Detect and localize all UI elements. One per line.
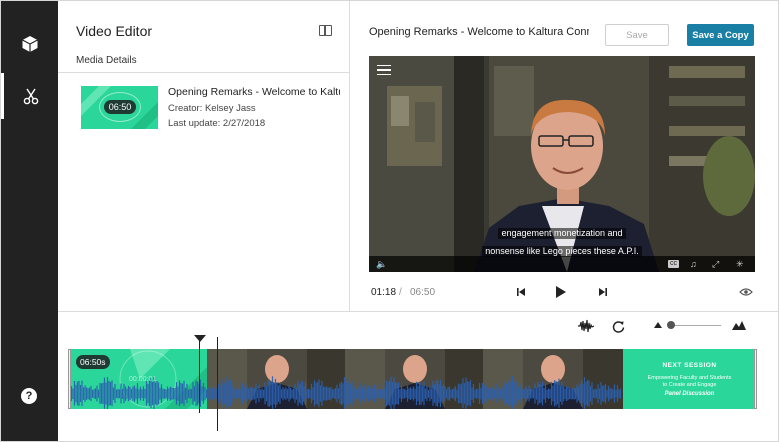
media-last-update: Last update: 2/27/2018	[168, 118, 266, 129]
thumbnail-duration: 06:50	[104, 100, 136, 114]
help-label: ?	[25, 390, 33, 402]
cube-icon	[21, 36, 38, 52]
subtitle-caption: engagement monetization and nonsense lik…	[369, 223, 755, 259]
zoom-slider-track[interactable]	[671, 325, 721, 326]
total-time: 06:50	[410, 287, 436, 298]
caption-line-1: engagement monetization and	[498, 228, 626, 239]
closed-captions-icon[interactable]: cc	[668, 260, 679, 268]
zoom-in-button[interactable]	[731, 319, 747, 331]
step-back-icon	[517, 288, 525, 296]
trim-handle-end[interactable]	[754, 349, 757, 409]
app-frame: ? Video Editor Media Details 06:50 Openi…	[0, 0, 779, 442]
player-menu-icon[interactable]	[377, 65, 391, 75]
branding-icon: ✳	[736, 259, 744, 269]
save-a-copy-button[interactable]: Save a Copy	[687, 24, 754, 46]
play-button[interactable]	[553, 284, 569, 300]
trim-handle-start[interactable]	[68, 349, 71, 409]
timeline-duration-badge: 06:50s	[76, 355, 110, 369]
media-thumbnail: 06:50	[81, 86, 158, 129]
media-details-panel: Video Editor Media Details 06:50 Opening…	[58, 1, 350, 311]
entries-nav-button[interactable]	[1, 21, 58, 67]
zoom-out-button[interactable]	[653, 319, 663, 331]
timeline-divider	[58, 311, 778, 312]
zoom-slider-handle[interactable]	[667, 321, 675, 329]
large-mountain-icon	[732, 320, 746, 330]
refresh-icon	[612, 320, 624, 333]
playhead-marker[interactable]	[194, 335, 206, 342]
media-creator: Creator: Kelsey Jass	[168, 103, 256, 114]
media-name: Opening Remarks - Welcome to Kaltura Con…	[168, 86, 340, 98]
next-session-line-1: Empowering Faculty and Students	[647, 375, 732, 381]
reset-button[interactable]	[611, 319, 625, 333]
player-control-bar: 🔈 cc ♫ ⤢ ✳	[369, 256, 755, 272]
panel-toggle-icon[interactable]	[319, 25, 332, 36]
help-button[interactable]: ?	[21, 388, 37, 404]
audio-track-icon[interactable]: ♫	[690, 259, 697, 269]
timeline-faint-time: 00:00:01	[129, 376, 157, 383]
next-session-card: NEXT SESSION Empowering Faculty and Stud…	[623, 349, 756, 409]
next-session-subtitle: Panel Discussion	[664, 391, 715, 397]
small-mountain-icon	[654, 322, 662, 328]
preview-button[interactable]	[738, 284, 754, 300]
divider	[58, 72, 350, 73]
current-time: 01:18	[371, 287, 397, 298]
play-icon	[556, 286, 566, 298]
audio-waveform-toggle[interactable]	[577, 319, 595, 333]
next-session-line-2: to Create and Engage	[662, 382, 717, 388]
time-separator: /	[399, 287, 402, 298]
page-title: Video Editor	[76, 23, 153, 39]
section-label: Media Details	[76, 55, 137, 66]
step-forward-icon	[599, 288, 607, 296]
scissors-icon	[23, 88, 39, 105]
playhead-line[interactable]	[199, 337, 200, 413]
next-frame-button[interactable]	[595, 284, 611, 300]
fullscreen-icon[interactable]: ⤢	[712, 259, 719, 269]
volume-icon[interactable]: 🔈	[376, 259, 387, 269]
previous-frame-button[interactable]	[513, 284, 529, 300]
save-button[interactable]: Save	[605, 24, 669, 46]
timeline-cursor	[217, 337, 218, 431]
waveform-icon	[578, 319, 595, 333]
eye-icon	[739, 288, 753, 296]
next-session-title: NEXT SESSION	[662, 362, 717, 369]
clip-editor-nav-button[interactable]	[1, 73, 58, 119]
left-nav-rail: ?	[1, 1, 58, 441]
video-player[interactable]: engagement monetization and nonsense lik…	[369, 56, 755, 272]
player-title: Opening Remarks - Welcome to Kaltura Con…	[369, 26, 589, 38]
